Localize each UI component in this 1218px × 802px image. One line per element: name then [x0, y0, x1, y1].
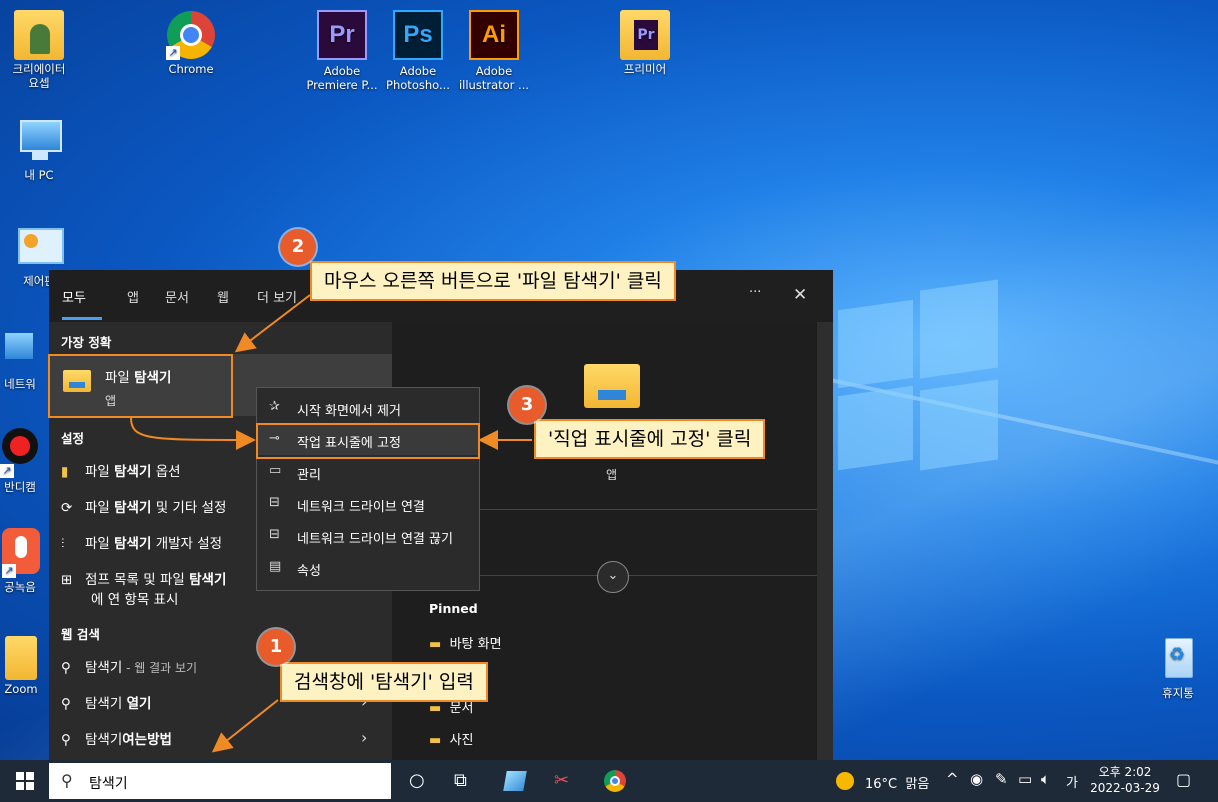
snipping-tool-icon[interactable]: ✂ — [554, 770, 569, 791]
volume-icon[interactable]: 🔈︎ — [1041, 770, 1050, 788]
taskbar-app-icon[interactable] — [503, 771, 527, 791]
taskbar: ⚲ 탐색기 ○ ⧉ ✂ 16°C 맑음 ^ ◉ ✎ ▭ 🔈︎ 가 오후 2:02… — [0, 760, 1218, 802]
record-icon[interactable]: ◉ — [970, 770, 983, 788]
annotation-step2: 마우스 오른쪽 버튼으로 '파일 탐색기' 클릭 — [310, 261, 676, 301]
weather-text[interactable]: 16°C 맑음 — [865, 773, 929, 792]
chevron-up-icon[interactable]: ^ — [946, 770, 959, 788]
annotation-step1: 검색창에 '탐색기' 입력 — [280, 662, 488, 702]
annotation-arrows — [130, 294, 532, 753]
annotation-step3: '직업 표시줄에 고정' 클릭 — [534, 419, 766, 459]
chrome-taskbar-icon[interactable] — [604, 770, 626, 792]
search-icon: ⚲ — [61, 771, 73, 790]
annotation-badge-2: 2 — [280, 229, 316, 265]
windows-start-icon[interactable] — [16, 772, 34, 790]
annotation-badge-3: 3 — [509, 387, 545, 423]
weather-sun-icon[interactable] — [836, 772, 854, 790]
annotation-badge-1: 1 — [258, 629, 294, 665]
cortana-icon[interactable]: ○ — [409, 770, 425, 791]
pen-icon[interactable]: ✎ — [995, 770, 1008, 788]
clock-time: 오후 2:02 — [1098, 765, 1152, 779]
task-view-icon[interactable]: ⧉ — [454, 770, 467, 791]
ime-indicator[interactable]: 가 — [1066, 772, 1078, 791]
network-status-icon[interactable]: ▭ — [1018, 770, 1032, 788]
taskbar-search-input[interactable]: ⚲ 탐색기 — [49, 763, 391, 799]
notification-icon[interactable]: ▢ — [1176, 770, 1191, 789]
clock-date: 2022-03-29 — [1090, 781, 1160, 795]
clock[interactable]: 오후 2:02 2022-03-29 — [1086, 764, 1164, 796]
taskbar-search-value: 탐색기 — [89, 776, 128, 792]
